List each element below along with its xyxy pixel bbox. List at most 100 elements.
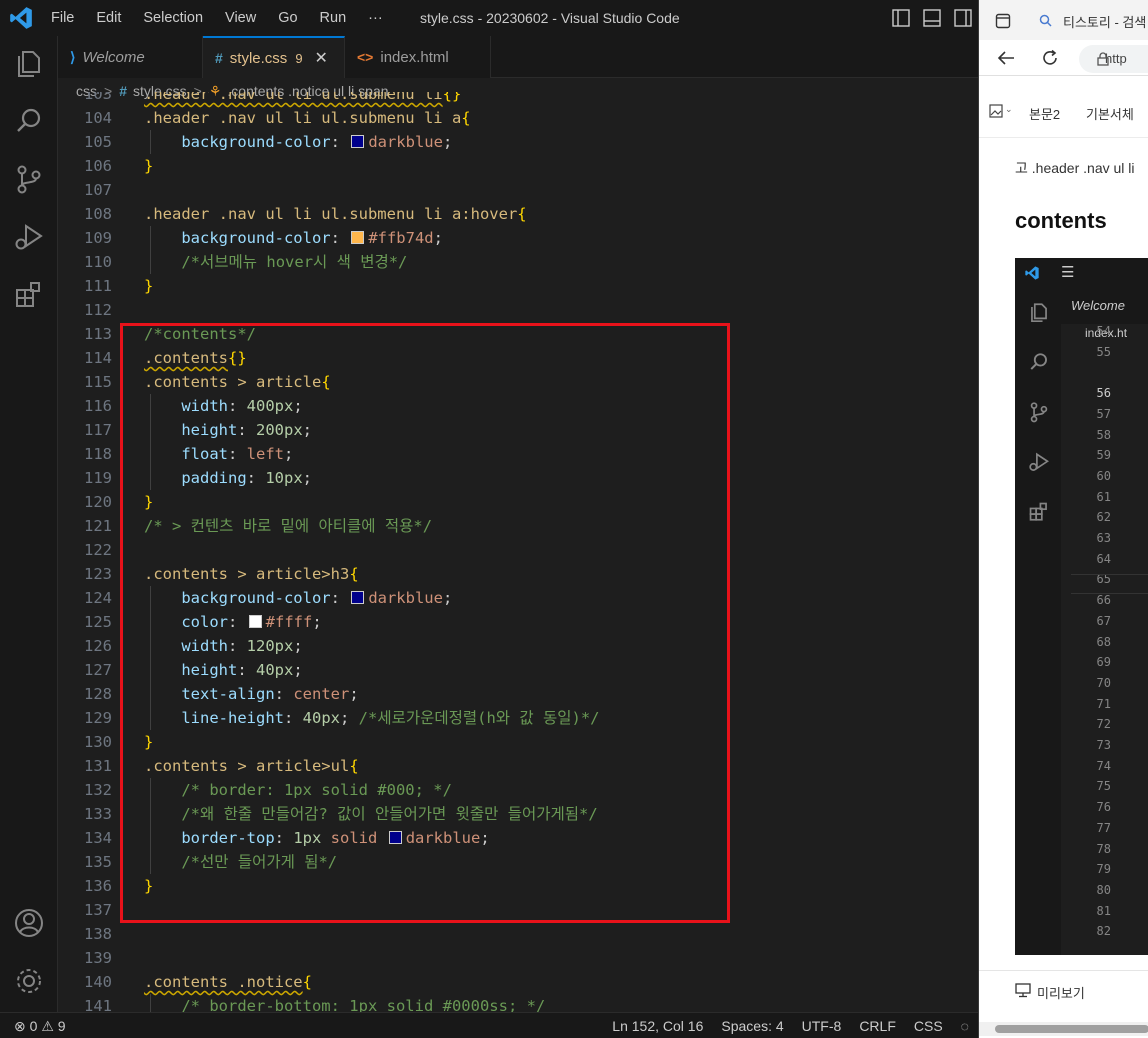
code-line[interactable]: 127 height: 40px; [58,658,978,682]
line-number: 141 [84,997,112,1012]
code-line[interactable]: 136} [58,874,978,898]
code-line[interactable]: 103 .header .nav ul li ul.submenu li{} [58,92,978,106]
lock-icon [1097,52,1109,66]
code-line[interactable]: 130} [58,730,978,754]
search-icon[interactable] [12,104,46,138]
notifications-icon[interactable]: ◌ [952,1013,978,1038]
code-line[interactable]: 113 /*contents*/ [58,322,978,346]
menu-edit[interactable]: Edit [85,0,132,36]
code-line[interactable]: 139 [58,946,978,970]
code-line[interactable]: 117 height: 200px; [58,418,978,442]
code-line[interactable]: 141 /* border-bottom: 1px solid #0000ss;… [58,994,978,1012]
code-line[interactable]: 104 .header .nav ul li ul.submenu li a{ [58,106,978,130]
encoding[interactable]: UTF-8 [793,1013,851,1038]
menu-selection[interactable]: Selection [132,0,214,36]
font-dropdown[interactable]: 기본서체 [1086,104,1134,123]
back-arrow-icon[interactable] [997,50,1015,66]
code-line[interactable]: 115 .contents > article{ [58,370,978,394]
menu-view[interactable]: View [214,0,267,36]
toggle-secondary-sidebar-icon[interactable] [953,8,973,28]
line-number: 118 [84,445,112,463]
vscode-logo-icon[interactable] [8,5,34,31]
code-line[interactable]: 111} [58,274,978,298]
end-of-line[interactable]: CRLF [850,1013,905,1038]
embedded-line-number: 75 [1096,779,1111,794]
browser-tab-title[interactable]: 티스토리 - 검색 [1063,12,1146,31]
settings-gear-icon[interactable] [12,964,46,998]
code-line[interactable]: 129 line-height: 40px; /*세로가운데정렬(h와 값 동일… [58,706,978,730]
toggle-primary-sidebar-icon[interactable] [891,8,911,28]
language-mode[interactable]: CSS [905,1013,952,1038]
menu-go[interactable]: Go [267,0,308,36]
code-line[interactable]: 137 [58,898,978,922]
code-line[interactable]: 125 color: #ffff; [58,610,978,634]
menu-file[interactable]: File [40,0,85,36]
problems-indicator[interactable]: ⊗ 0 ⚠ 9 [14,1013,66,1038]
color-swatch[interactable] [351,135,365,148]
preview-button[interactable]: 미리보기 [1037,983,1085,1002]
horizontal-scrollbar[interactable] [979,1022,1148,1036]
code-line[interactable]: 108 .header .nav ul li ul.submenu li a:ho… [58,202,978,226]
close-icon[interactable]: ✕ [315,48,328,68]
code-line[interactable]: 135 /*선만 들어가게 됨*/ [58,850,978,874]
embedded-title-bar: ☰ [1015,258,1148,288]
code-editor[interactable]: 103 .header .nav ul li ul.submenu li{} 104… [58,92,978,1012]
paragraph-style-dropdown[interactable]: 본문2 [1029,104,1060,123]
code-line[interactable]: 133 /*왜 한줄 만들어감? 값이 안들어가면 윗줄만 들어가게됨*/ [58,802,978,826]
indentation[interactable]: Spaces: 4 [712,1013,792,1038]
code-line[interactable]: 140 .contents .notice{ [58,970,978,994]
embedded-line-number: 60 [1096,468,1111,483]
code-line[interactable]: 118 float: left; [58,442,978,466]
code-line[interactable]: 112 [58,298,978,322]
embedded-line-number: 55 [1096,344,1111,359]
color-swatch[interactable] [248,615,262,628]
accounts-icon[interactable] [12,906,46,940]
code-line[interactable]: 105 background-color: darkblue; [58,130,978,154]
color-swatch[interactable] [351,591,365,604]
code-line[interactable]: 132 /* border: 1px solid #000; */ [58,778,978,802]
code-line[interactable]: 138 [58,922,978,946]
extensions-icon[interactable] [12,278,46,312]
menu-run[interactable]: Run [309,0,358,36]
tab-index-html[interactable]: <> index.html [345,36,491,78]
code-line[interactable]: 128 text-align: center; [58,682,978,706]
source-control-icon[interactable] [12,162,46,196]
code-line[interactable]: 107 [58,178,978,202]
code-line[interactable]: 124 background-color: darkblue; [58,586,978,610]
run-debug-icon[interactable] [12,220,46,254]
code-line[interactable]: 119 padding: 10px; [58,466,978,490]
color-swatch[interactable] [351,231,365,244]
explorer-icon[interactable] [12,46,46,80]
code-line[interactable]: 134 border-top: 1px solid darkblue; [58,826,978,850]
code-line[interactable]: 106} [58,154,978,178]
color-swatch[interactable] [388,831,402,844]
code-line[interactable]: 131 .contents > article>ul{ [58,754,978,778]
code-line[interactable]: 110 /*서브메뉴 hover시 색 변경*/ [58,250,978,274]
tab-welcome[interactable]: ⟩ Welcome [58,36,203,78]
menu-more[interactable]: ··· [357,0,394,36]
code-line[interactable]: 126 width: 120px; [58,634,978,658]
code-line[interactable]: 122 [58,538,978,562]
code-line[interactable]: 121 /* > 컨텐츠 바로 밑에 아티클에 적용*/ [58,514,978,538]
code-line[interactable]: 114 .contents{} [58,346,978,370]
code-text: text-align: center; [181,685,359,703]
code-line[interactable]: 123 .contents > article>h3{ [58,562,978,586]
embedded-line-number: 69 [1096,655,1111,670]
scrollbar-thumb[interactable] [995,1025,1148,1033]
cursor-position[interactable]: Ln 152, Col 16 [603,1013,712,1038]
problem-count-badge: 9 [295,50,303,66]
toggle-panel-icon[interactable] [922,8,942,28]
url-field[interactable]: http [1079,45,1148,73]
code-line[interactable]: 116 width: 400px; [58,394,978,418]
refresh-icon[interactable] [1041,49,1059,67]
code-text: /* border: 1px solid #000; */ [181,781,452,799]
tab-actions-icon[interactable] [995,13,1011,29]
search-icon [1030,353,1047,370]
tab-style-css[interactable]: # style.css 9 ✕ [203,36,345,78]
line-number: 137 [84,901,112,919]
image-icon[interactable] [989,104,1003,118]
menu-bar: File Edit Selection View Go Run ··· [40,0,394,36]
line-number: 130 [84,733,112,751]
code-line[interactable]: 109 background-color: #ffb74d; [58,226,978,250]
code-line[interactable]: 120} [58,490,978,514]
